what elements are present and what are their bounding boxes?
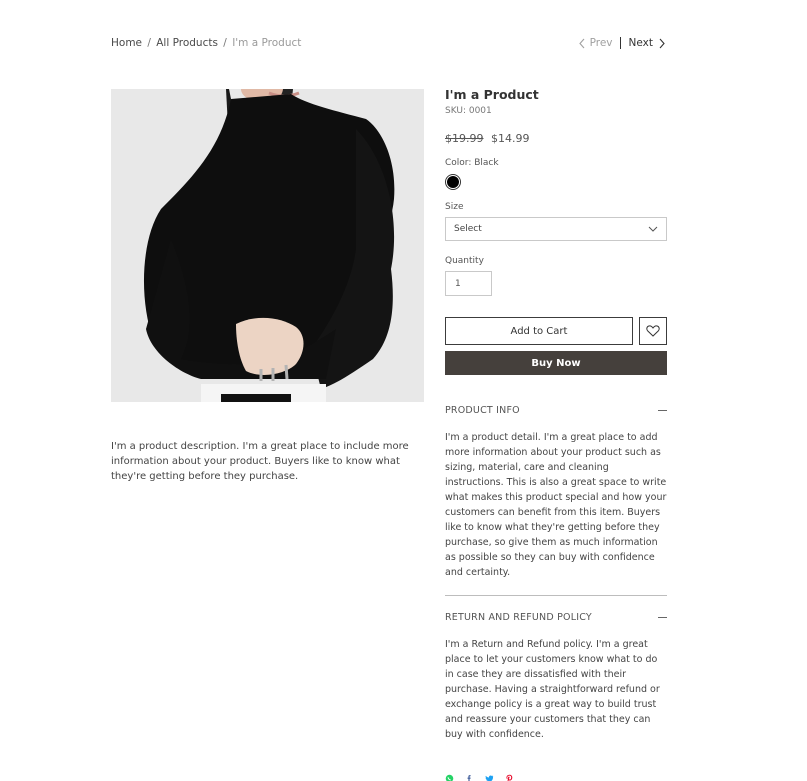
minus-icon xyxy=(658,617,667,618)
breadcrumb-current: I'm a Product xyxy=(232,37,302,49)
current-price: $14.99 xyxy=(491,132,530,145)
buy-now-button[interactable]: Buy Now xyxy=(445,351,667,375)
product-sku: SKU: 0001 xyxy=(445,106,492,116)
breadcrumb-separator: / xyxy=(147,37,151,49)
chevron-left-icon xyxy=(578,38,585,48)
breadcrumb-all-products-link[interactable]: All Products xyxy=(156,37,218,49)
breadcrumb-home-link[interactable]: Home xyxy=(111,37,142,49)
breadcrumb: Home / All Products / I'm a Product xyxy=(111,37,301,49)
prev-button[interactable]: Prev xyxy=(578,37,613,49)
add-to-cart-button[interactable]: Add to Cart xyxy=(445,317,633,345)
old-price: $19.99 xyxy=(445,132,484,145)
chevron-down-icon xyxy=(648,226,658,232)
chevron-right-icon xyxy=(659,38,665,48)
share-bar xyxy=(445,768,667,781)
color-swatch-black[interactable] xyxy=(445,174,461,190)
product-title: I'm a Product xyxy=(445,87,539,102)
product-info-panel: I'm a Product SKU: 0001 $19.99 $14.99 Co… xyxy=(445,87,667,781)
quantity-label: Quantity xyxy=(445,256,484,266)
pager-divider xyxy=(619,37,621,49)
size-select[interactable]: Select xyxy=(445,217,667,241)
quantity-input[interactable]: 1 xyxy=(445,271,492,296)
cart-row: Add to Cart xyxy=(445,317,667,345)
accordion-product-info: PRODUCT INFO I'm a product detail. I'm a… xyxy=(445,405,667,580)
product-image[interactable] xyxy=(111,89,424,402)
price-block: $19.99 $14.99 xyxy=(445,132,667,145)
color-label: Color: Black xyxy=(445,158,499,168)
accordion-body: I'm a product detail. I'm a great place … xyxy=(445,432,667,578)
product-pager: Prev Next xyxy=(578,37,666,49)
size-select-value: Select xyxy=(454,224,482,234)
breadcrumb-separator: / xyxy=(223,37,227,49)
divider xyxy=(445,595,667,596)
accordion-refund-policy: RETURN AND REFUND POLICY I'm a Return an… xyxy=(445,612,667,742)
next-button[interactable]: Next xyxy=(629,37,666,49)
wishlist-button[interactable] xyxy=(639,317,667,345)
accordion-body: I'm a Return and Refund policy. I'm a gr… xyxy=(445,639,660,740)
product-photo xyxy=(111,89,424,402)
facebook-icon[interactable] xyxy=(465,768,474,781)
size-label: Size xyxy=(445,202,464,212)
twitter-icon[interactable] xyxy=(485,768,494,781)
swatch-fill xyxy=(447,176,459,188)
heart-icon xyxy=(646,325,660,337)
whatsapp-icon[interactable] xyxy=(445,768,454,781)
next-label: Next xyxy=(628,37,653,49)
product-description: I'm a product description. I'm a great p… xyxy=(111,441,409,482)
pinterest-icon[interactable] xyxy=(505,768,514,781)
prev-label: Prev xyxy=(589,37,613,49)
minus-icon xyxy=(658,410,667,411)
accordion-header-product-info[interactable]: PRODUCT INFO xyxy=(445,405,667,416)
accordion-title: RETURN AND REFUND POLICY xyxy=(445,612,592,623)
accordion-title: PRODUCT INFO xyxy=(445,405,520,416)
accordion-header-refund-policy[interactable]: RETURN AND REFUND POLICY xyxy=(445,612,667,623)
